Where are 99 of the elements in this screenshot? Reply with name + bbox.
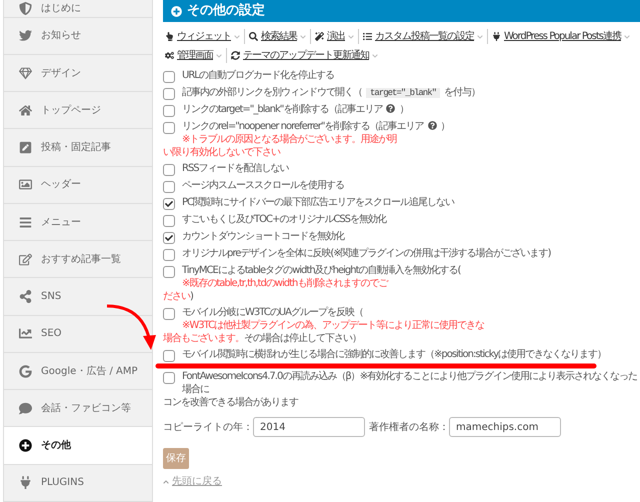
option-text: リンクのrel="noopener noreferrer"を削除する（記事エリア (182, 121, 424, 132)
option-text: モバイル分岐にW3TCのUAグループを反映（ (182, 307, 363, 318)
edit-icon (19, 141, 32, 154)
code-snippet: target="_blank" (366, 88, 440, 98)
checkbox[interactable] (163, 350, 175, 362)
option-text: TinyMCEによるtableタグのwidth及びheightの自動挿入を無効化する( (182, 265, 460, 276)
sidebar-item[interactable]: 投稿・固定記事 (4, 129, 152, 167)
option-text: モバイル閲覧時に横揺れが生じる場合に強制的に改善します（※position:stickyは使用できなくなります） (182, 349, 606, 360)
chevron-down-icon (624, 34, 630, 40)
chevron-down-icon (372, 52, 378, 58)
option-text: PC閲覧時にサイドバーの最下部広告エリアをスクロール追尾しない (182, 197, 454, 208)
help-icon[interactable] (428, 121, 437, 130)
chevron-down-icon (477, 34, 483, 40)
option-text: リンクのtarget="_blank"を削除する（記事エリア (182, 104, 382, 115)
sidebar-item[interactable]: Google・広告 / AMP (4, 352, 152, 390)
option-text: RSSフィードを配信しない (182, 163, 289, 174)
checkbox[interactable] (163, 372, 175, 384)
gears-icon (165, 51, 174, 60)
warning-note: ※トラブルの原因となる場合がございます。用途が明 (182, 133, 396, 146)
toolbar-link[interactable]: ウィジェット (177, 29, 231, 44)
option-text: ） (399, 104, 408, 115)
refresh-icon (231, 51, 240, 60)
checkbox[interactable] (163, 122, 175, 134)
diamond-icon (19, 66, 32, 80)
sidebar-item[interactable]: その他 (4, 427, 152, 465)
toolbar-link[interactable]: 演出 (327, 29, 345, 44)
option-text: URLの自動ブログカード化を停止する (182, 70, 334, 81)
toolbar-link[interactable]: WordPress Popular Posts連携 (504, 29, 622, 44)
warning-note: ※既存のtable,tr,th,tdのwidthも削除されますのでご (182, 277, 388, 290)
warning-note: 場合もございます。 (163, 332, 244, 345)
checkbox[interactable] (163, 88, 175, 100)
sidebar-item[interactable]: メニュー (4, 204, 152, 242)
hand-icon (165, 32, 174, 41)
annotation-arrow (105, 302, 157, 352)
letter-g-icon (19, 364, 32, 378)
option-text: カウントダウンショートコードを無効化 (182, 231, 344, 242)
field-label: コピーライトの年： (163, 420, 253, 434)
checkbox[interactable] (163, 105, 175, 117)
sidebar-item[interactable]: ヘッダー (4, 166, 152, 204)
menu-icon (19, 216, 32, 229)
sidebar-item[interactable]: SNS (4, 278, 152, 316)
option-text: ） (440, 121, 450, 132)
check-icon (165, 234, 173, 242)
section-title: その他の設定 (187, 2, 265, 20)
sidebar-item[interactable]: PLUGINS (4, 464, 152, 502)
search-icon (249, 32, 258, 41)
warning-note: ※W3TCは他社製プラグインの為、アップデート等により正常に使用できな (182, 319, 484, 332)
option-text: ) (190, 291, 193, 302)
checkbox[interactable] (163, 198, 175, 210)
check-icon (165, 200, 173, 208)
toolbar-link[interactable]: 検索結果 (261, 29, 297, 44)
author-input[interactable]: mamechips.com (449, 417, 561, 437)
plug-icon (19, 476, 32, 490)
sidebar-item[interactable]: トップページ (4, 92, 152, 130)
toolbar-link[interactable]: テーマのアップデート更新通知 (243, 48, 369, 63)
home-icon (19, 104, 32, 117)
checkbox[interactable] (163, 266, 175, 278)
list-icon (363, 32, 372, 41)
plug-icon (492, 32, 501, 41)
checkbox[interactable] (163, 71, 175, 83)
option-text: コンを改善できる場合があります (163, 397, 298, 408)
checkbox[interactable] (163, 181, 175, 193)
chevron-up-icon (163, 478, 169, 484)
checkbox[interactable] (163, 215, 175, 227)
shield-icon (19, 2, 32, 15)
checkbox[interactable] (163, 308, 175, 320)
toolbar-link[interactable]: 管理画面 (177, 48, 213, 63)
option-text: オリジナルpreデザインを全体に反映(※関連プラグインの併用は干渉する場合がございます) (182, 248, 551, 259)
year-input[interactable]: 2014 (253, 417, 365, 437)
sidebar-item[interactable]: おすすめ記事一覧 (4, 241, 152, 278)
speech-bubble-icon (19, 402, 32, 415)
chevron-down-icon (300, 34, 306, 40)
edit-icon (19, 252, 32, 266)
chevron-down-icon (216, 52, 222, 58)
warning-note: い限り有効化しないで下さい (163, 146, 280, 159)
option-text: FontAwesomeIcons4.7.0の再読み込み（β）※有効化することにより他プラグイン使用により表示されなくなった場合に (182, 371, 638, 395)
checkbox[interactable] (163, 249, 175, 261)
bird-icon (19, 29, 32, 42)
sidebar-item[interactable]: デザイン (4, 54, 152, 92)
wand-icon (315, 32, 324, 41)
line-chart-icon (19, 327, 32, 340)
checkbox[interactable] (163, 232, 175, 244)
toolbar-link[interactable]: カスタム投稿一覧の設定 (375, 29, 474, 44)
field-label: 著作権者の名称： (369, 420, 449, 434)
chevron-down-icon (348, 34, 354, 40)
image-icon (19, 178, 32, 192)
option-text: 記事内の外部リンクを別ウィンドウで開く（ (182, 87, 362, 98)
option-text: すごいもくじ及びTOC+のオリジナルCSSを無効化 (182, 214, 386, 225)
share-icon (19, 290, 32, 304)
warning-note: ださい (163, 290, 190, 303)
checkbox[interactable] (163, 164, 175, 176)
option-text: ページ内スムーススクロールを使用する (182, 180, 344, 191)
help-icon[interactable] (386, 104, 396, 113)
chevron-down-icon (234, 34, 240, 40)
option-text: その場合は停止して下さい） (244, 333, 361, 344)
sidebar-item[interactable]: お知らせ (4, 18, 152, 55)
option-text: を付与） (444, 87, 480, 98)
sidebar-item[interactable]: はじめに (4, 0, 152, 18)
back-to-top-link[interactable]: 先頭に戻る (172, 474, 222, 489)
